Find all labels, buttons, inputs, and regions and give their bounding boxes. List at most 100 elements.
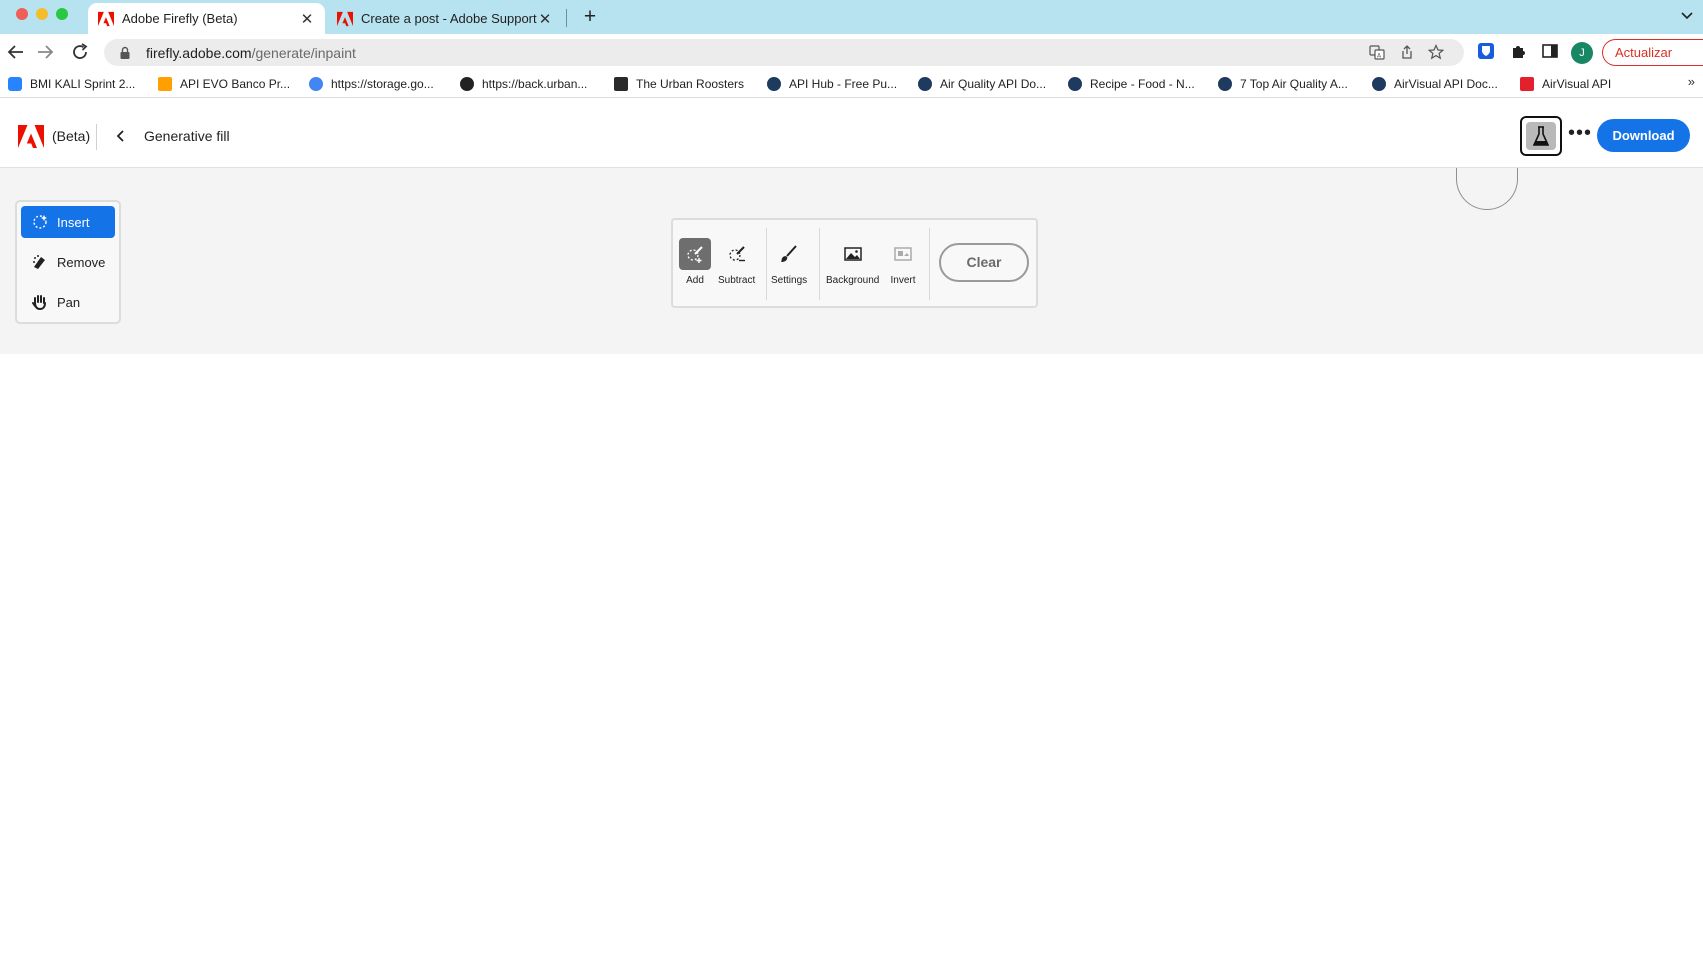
tab-search-chevron-icon[interactable]: [1679, 7, 1695, 25]
add-brush-icon: [687, 246, 703, 263]
extensions-puzzle-icon[interactable]: [1509, 42, 1529, 62]
labs-beaker-button[interactable]: [1520, 116, 1562, 156]
beaker-icon: [1532, 126, 1550, 146]
bookmark-item[interactable]: AirVisual API: [1520, 75, 1611, 93]
bookmark-item[interactable]: AirVisual API Doc...: [1372, 75, 1498, 93]
tab-title: Create a post - Adobe Support: [361, 11, 537, 26]
invert-button[interactable]: Invert: [887, 238, 919, 292]
beta-label: (Beta): [52, 128, 91, 144]
tab-adobe-firefly[interactable]: Adobe Firefly (Beta) ✕: [88, 3, 325, 34]
adobe-logo-icon[interactable]: [18, 125, 44, 148]
rapidapi-icon: [1068, 77, 1082, 91]
rapidapi-icon: [1372, 77, 1386, 91]
subtract-brush-icon: [728, 246, 745, 262]
lock-icon: [120, 46, 130, 59]
cloud-storage-icon: [309, 77, 323, 91]
close-tab-icon[interactable]: ✕: [537, 10, 553, 28]
brush-icon: [781, 245, 797, 262]
bookmark-label: 7 Top Air Quality A...: [1240, 77, 1348, 91]
page-title: Generative fill: [144, 128, 230, 144]
browser-toolbar: firefly.adobe.com/generate/inpaint A: [0, 34, 1703, 70]
tool-label: Pan: [57, 294, 81, 310]
rapidapi-icon: [1218, 77, 1232, 91]
swiss-flag-icon: [1520, 77, 1534, 91]
bookmark-label: Air Quality API Do...: [940, 77, 1047, 91]
bitwarden-shield-icon[interactable]: [1476, 42, 1496, 62]
url-path: /generate/inpaint: [251, 44, 356, 61]
address-bar[interactable]: firefly.adobe.com/generate/inpaint A: [104, 39, 1464, 66]
jira-icon: [8, 77, 22, 91]
bookmark-item[interactable]: Air Quality API Do...: [918, 75, 1046, 93]
bookmark-label: https://storage.go...: [331, 77, 434, 91]
bookmark-item[interactable]: https://storage.go...: [309, 75, 434, 93]
brush-toolbar: Add Subtract Settings Background Invert …: [671, 218, 1038, 308]
tool-label: Subtract: [718, 275, 756, 286]
image-icon: [843, 247, 862, 261]
firebase-icon: [158, 77, 172, 91]
tool-label: Add: [686, 275, 704, 286]
reload-icon[interactable]: [68, 40, 92, 64]
bookmark-item[interactable]: API EVO Banco Pr...: [158, 75, 290, 93]
adobe-logo-icon: [337, 11, 353, 26]
bookmark-item[interactable]: Recipe - Food - N...: [1068, 75, 1195, 93]
back-arrow-icon[interactable]: [4, 40, 28, 64]
brush-add-button[interactable]: Add: [679, 238, 711, 292]
update-chrome-button[interactable]: Actualizar: [1602, 39, 1703, 66]
insert-sparkle-icon: [33, 215, 47, 229]
download-button[interactable]: Download: [1597, 119, 1690, 152]
bookmark-star-icon[interactable]: [1427, 44, 1445, 62]
share-icon[interactable]: [1398, 44, 1416, 62]
bookmark-item[interactable]: API Hub - Free Pu...: [767, 75, 897, 93]
adobe-logo-icon: [98, 11, 114, 26]
tool-label: Invert: [890, 275, 916, 286]
tool-remove[interactable]: Remove: [21, 246, 115, 278]
close-tab-icon[interactable]: ✕: [299, 10, 315, 28]
pan-hand-icon: [32, 295, 46, 311]
side-panel-icon[interactable]: [1540, 42, 1560, 62]
back-chevron-icon[interactable]: [112, 126, 130, 146]
more-bookmarks-chevron-icon[interactable]: »: [1688, 74, 1695, 89]
rapidapi-icon: [918, 77, 932, 91]
clear-button[interactable]: Clear: [939, 243, 1029, 282]
tool-pan[interactable]: Pan: [21, 286, 115, 318]
bookmark-item[interactable]: 7 Top Air Quality A...: [1218, 75, 1348, 93]
brush-settings-button[interactable]: Settings: [771, 238, 807, 292]
remove-eraser-icon: [33, 255, 45, 269]
bookmark-label: API Hub - Free Pu...: [789, 77, 898, 91]
tool-rail: Insert Remove Pan: [15, 200, 121, 324]
zoom-window-button[interactable]: [56, 8, 68, 20]
bookmark-label: AirVisual API: [1542, 77, 1612, 91]
bookmark-label: Recipe - Food - N...: [1090, 77, 1195, 91]
tool-insert[interactable]: Insert: [21, 206, 115, 238]
bookmark-label: BMI KALI Sprint 2...: [30, 77, 136, 91]
forward-arrow-icon[interactable]: [33, 40, 57, 64]
tool-label: Remove: [57, 254, 106, 270]
invert-icon: [894, 247, 912, 261]
bookmark-label: AirVisual API Doc...: [1394, 77, 1498, 91]
translate-icon[interactable]: A: [1368, 44, 1386, 62]
bookmark-item[interactable]: The Urban Roosters: [614, 75, 744, 93]
canvas-workspace[interactable]: Insert Remove Pan Add Subtract Settings …: [0, 168, 1703, 354]
urban-roosters-icon: [614, 77, 628, 91]
tool-label: Background: [826, 275, 880, 286]
bookmark-item[interactable]: https://back.urban...: [460, 75, 587, 93]
tab-adobe-support[interactable]: Create a post - Adobe Support ✕: [327, 3, 563, 34]
bookmark-label: https://back.urban...: [482, 77, 588, 91]
rapidapi-icon: [767, 77, 781, 91]
toolbar-divider: [819, 228, 820, 300]
tab-separator: [566, 9, 567, 27]
brush-subtract-button[interactable]: Subtract: [718, 238, 755, 292]
brush-cursor: [1456, 168, 1518, 210]
background-button[interactable]: Background: [826, 238, 879, 292]
url-host: firefly.adobe.com: [146, 44, 252, 61]
new-tab-button[interactable]: +: [578, 4, 602, 30]
bookmark-item[interactable]: BMI KALI Sprint 2...: [8, 75, 135, 93]
update-label: Actualizar: [1615, 45, 1673, 60]
close-window-button[interactable]: [16, 8, 28, 20]
tool-label: Settings: [771, 275, 808, 286]
browser-tab-bar: Adobe Firefly (Beta) ✕ Create a post - A…: [0, 0, 1703, 34]
profile-avatar[interactable]: J: [1571, 42, 1593, 64]
bookmark-label: The Urban Roosters: [636, 77, 745, 91]
minimize-window-button[interactable]: [36, 8, 48, 20]
more-options-button[interactable]: •••: [1566, 123, 1594, 146]
